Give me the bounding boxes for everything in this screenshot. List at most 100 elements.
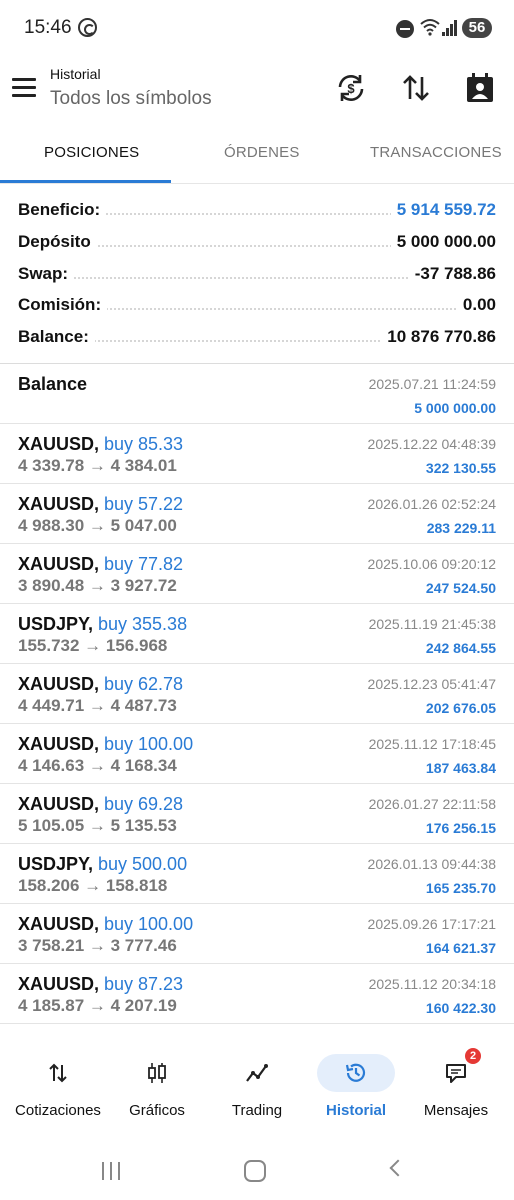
deal-side-volume: buy 100.00	[104, 734, 194, 754]
trend-line-icon	[218, 1054, 296, 1092]
deal-time: 2025.11.19 21:45:38	[368, 616, 496, 632]
deal-row[interactable]: USDJPY, buy 500.00 158.206 → 158.818 2026.0…	[0, 844, 514, 904]
deal-symbol: XAUUSD,	[18, 434, 100, 454]
tab-orders[interactable]: ÓRDENES	[224, 144, 300, 161]
nav-label: Historial	[325, 1102, 386, 1119]
back-icon[interactable]	[389, 1159, 407, 1177]
deal-row[interactable]: XAUUSD, buy 62.78 4 449.71 → 4 487.73 2025.…	[0, 664, 514, 724]
deal-row[interactable]: XAUUSD, buy 69.28 5 105.05 → 5 135.53 2026.…	[0, 784, 514, 844]
deal-profit: 176 256.15	[425, 820, 496, 836]
summary-value: -37 788.86	[408, 263, 496, 284]
deal-side-volume: buy 69.28	[104, 794, 184, 814]
deal-prices: 4 988.30 → 5 047.00	[18, 516, 177, 535]
deal-time: 2026.01.26 02:52:24	[367, 496, 496, 512]
deal-time: 2025.11.12 20:34:18	[368, 976, 496, 992]
summary-row-commission: Comisión: 0.00	[0, 289, 514, 321]
deal-row[interactable]: XAUUSD, buy 87.23 4 185.87 → 4 207.19 2025.…	[0, 964, 514, 1024]
nav-history[interactable]: Historial	[306, 1040, 406, 1130]
balance-entry-title: Balance	[18, 374, 88, 394]
deal-time: 2026.01.27 22:11:58	[368, 796, 496, 812]
quotes-arrows-icon	[19, 1054, 97, 1092]
do-not-disturb-icon	[396, 20, 414, 38]
deal-time: 2025.07.21 11:24:59	[368, 376, 496, 392]
deal-symbol: XAUUSD,	[18, 554, 100, 574]
deal-time: 2026.01.13 09:44:38	[367, 856, 496, 872]
summary-value: 10 876 770.86	[381, 327, 496, 348]
symbol-filter[interactable]: Todos los símbolos	[50, 88, 212, 110]
deal-prices: 155.732 → 156.968	[18, 636, 168, 655]
battery-icon: 56	[462, 18, 492, 38]
page-title: Historial	[50, 66, 101, 82]
deal-symbol: USDJPY,	[18, 614, 94, 634]
summary-label: Beneficio:	[18, 200, 107, 220]
deal-profit: 242 864.55	[425, 640, 496, 656]
balance-entry[interactable]: Balance 2025.07.21 11:24:59 5 000 000.00	[0, 364, 514, 424]
deal-row[interactable]: XAUUSD, buy 100.00 3 758.21 → 3 777.46 2025…	[0, 904, 514, 964]
nav-quotes[interactable]: Cotizaciones	[8, 1040, 108, 1130]
deal-row[interactable]: XAUUSD, buy 57.22 4 988.30 → 5 047.00 2026.…	[0, 484, 514, 544]
unread-badge: 2	[465, 1048, 481, 1064]
signal-icon	[442, 20, 458, 36]
history-clock-icon	[317, 1054, 395, 1092]
deal-prices: 4 146.63 → 4 168.34	[18, 756, 177, 775]
deal-symbol: XAUUSD,	[18, 974, 100, 994]
deal-row[interactable]: USDJPY, buy 355.38 155.732 → 156.968 2025.1…	[0, 604, 514, 664]
deal-prices: 3 758.21 → 3 777.46	[18, 936, 177, 955]
home-icon[interactable]	[244, 1160, 266, 1182]
deal-symbol: USDJPY,	[18, 854, 94, 874]
tab-positions[interactable]: POSICIONES	[44, 144, 139, 161]
deal-row[interactable]: XAUUSD, buy 85.33 4 339.78 → 4 384.01 2025.…	[0, 424, 514, 484]
deal-side-volume: buy 500.00	[98, 854, 188, 874]
sort-icon[interactable]	[398, 70, 434, 106]
deal-prices: 4 185.87 → 4 207.19	[18, 996, 177, 1015]
deal-time: 2025.09.26 17:17:21	[367, 916, 496, 932]
deal-side-volume: buy 57.22	[104, 494, 184, 514]
deal-prices: 4 449.71 → 4 487.73	[18, 696, 177, 715]
summary-label: Depósito	[18, 231, 97, 252]
active-tab-indicator	[0, 180, 171, 183]
summary-row-swap: Swap: -37 788.86	[0, 258, 514, 290]
deals-list: Balance 2025.07.21 11:24:59 5 000 000.00…	[0, 364, 514, 1024]
tab-transactions[interactable]: TRANSACCIONES	[370, 144, 502, 161]
deal-profit: 247 524.50	[425, 580, 496, 596]
summary-row-profit: Beneficio: 5 914 559.72	[0, 194, 514, 226]
status-bar: 15:46 56	[0, 0, 514, 58]
nav-charts[interactable]: Gráficos	[107, 1040, 207, 1130]
deal-symbol: XAUUSD,	[18, 734, 100, 754]
deal-row[interactable]: XAUUSD, buy 77.82 3 890.48 → 3 927.72 2025.…	[0, 544, 514, 604]
nav-label: Mensajes	[423, 1102, 489, 1119]
deal-side-volume: buy 355.38	[98, 614, 188, 634]
deal-side-volume: buy 85.33	[104, 434, 184, 454]
deal-symbol: XAUUSD,	[18, 494, 100, 514]
summary-row-deposit: Depósito 5 000 000.00	[0, 226, 514, 258]
currency-sync-icon[interactable]: $	[333, 70, 369, 106]
menu-icon[interactable]	[12, 78, 36, 98]
deal-prices: 4 339.78 → 4 384.01	[18, 456, 177, 475]
tab-bar: POSICIONES ÓRDENES TRANSACCIONES	[0, 124, 514, 184]
deal-time: 2025.11.12 17:18:45	[368, 736, 496, 752]
wifi-icon	[420, 18, 440, 39]
deal-symbol: XAUUSD,	[18, 794, 100, 814]
deal-time: 2025.12.22 04:48:39	[367, 436, 496, 452]
system-nav-bar	[0, 1140, 514, 1200]
deal-profit: 322 130.55	[425, 460, 496, 476]
summary-value: 5 000 000.00	[390, 231, 496, 252]
deal-profit: 187 463.84	[425, 760, 496, 776]
recents-icon[interactable]	[102, 1162, 122, 1180]
deal-profit: 160 422.30	[425, 1000, 496, 1016]
summary-row-balance: Balance: 10 876 770.86	[0, 321, 514, 353]
deal-prices: 5 105.05 → 5 135.53	[18, 816, 177, 835]
status-time: 15:46	[24, 17, 72, 38]
deal-row[interactable]: XAUUSD, buy 100.00 4 146.63 → 4 168.34 2025…	[0, 724, 514, 784]
deal-side-volume: buy 87.23	[104, 974, 184, 994]
nav-messages[interactable]: 2 Mensajes	[406, 1040, 506, 1130]
deal-side-volume: buy 62.78	[104, 674, 184, 694]
bottom-nav: Cotizaciones Gráficos Trading Historial …	[0, 1040, 514, 1130]
nav-label: Gráficos	[129, 1102, 185, 1119]
nav-label: Trading	[231, 1102, 283, 1119]
app-bar: Historial Todos los símbolos $	[0, 58, 514, 124]
summary-label: Balance:	[18, 327, 95, 348]
nav-trading[interactable]: Trading	[207, 1040, 307, 1130]
deal-symbol: XAUUSD,	[18, 674, 100, 694]
calendar-person-icon[interactable]	[462, 70, 498, 106]
